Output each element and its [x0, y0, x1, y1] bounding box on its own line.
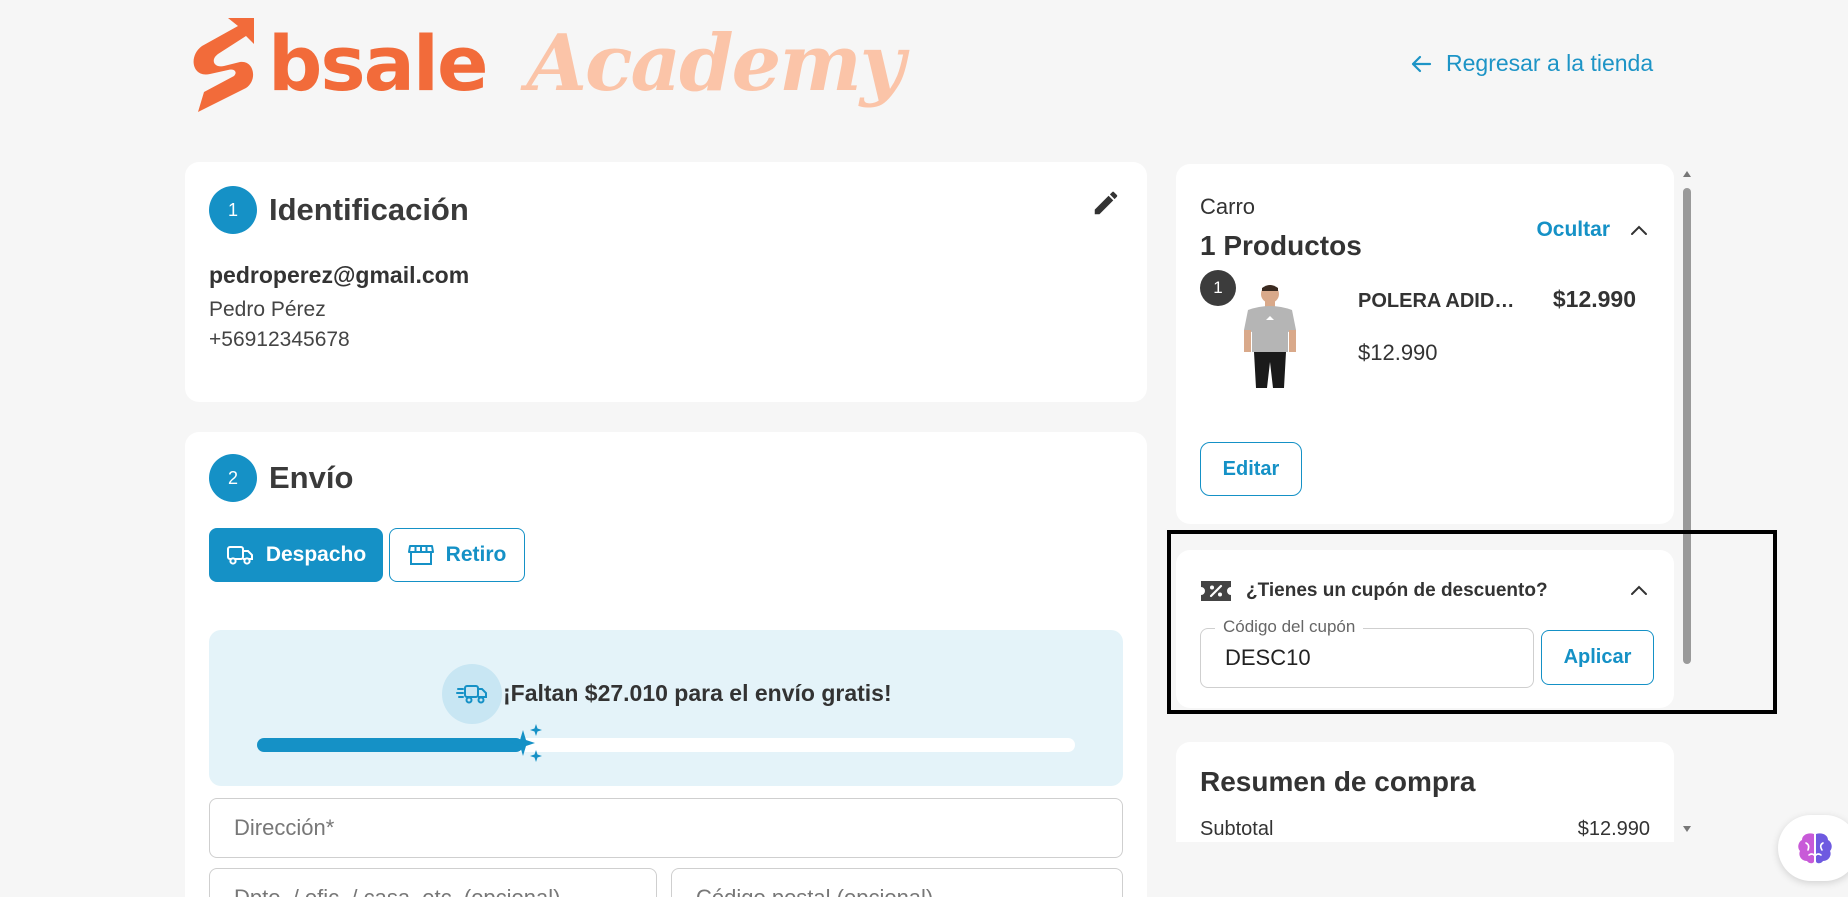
subtotal-value: $12.990	[1577, 818, 1650, 840]
fast-delivery-icon	[442, 664, 502, 724]
back-link-label: Regresar a la tienda	[1446, 50, 1654, 76]
customer-email: pedroperez@gmail.com	[209, 262, 470, 288]
product-unit-price: $12.990	[1358, 340, 1438, 365]
bsale-logo-icon	[193, 18, 254, 112]
brand-sub: Academy	[526, 18, 906, 109]
cart-toggle-label: Ocultar	[1536, 218, 1610, 241]
apartment-input[interactable]: Dpto. / ofic. / casa, etc. (opcional)	[209, 868, 657, 897]
delivery-option-label: Despacho	[265, 543, 367, 566]
scroll-up-arrow-icon[interactable]	[1683, 170, 1691, 178]
brain-icon	[1798, 833, 1832, 864]
identification-card: 1 Identificación pedroperez@gmail.com Pe…	[185, 162, 1147, 402]
free-shipping-progress	[257, 738, 1075, 752]
brand-name: bsale	[268, 19, 489, 108]
ai-assistant-button[interactable]	[1778, 815, 1848, 881]
header: bsale Academy Regresar a la tienda	[0, 0, 1848, 140]
product-image	[1244, 285, 1296, 388]
scroll-down-arrow-icon[interactable]	[1683, 825, 1691, 833]
postal-code-placeholder: Código postal (opcional)	[696, 885, 933, 897]
back-to-store-link[interactable]: Regresar a la tienda	[1410, 50, 1653, 77]
address-input[interactable]: Dirección*	[209, 798, 1123, 858]
pencil-edit-icon[interactable]	[1091, 188, 1121, 218]
purchase-summary-card: Resumen de compra Subtotal $12.990	[1176, 742, 1674, 842]
pickup-option-button[interactable]: Retiro	[389, 528, 525, 582]
cart-card: Carro 1 Productos Ocultar 1 POLERA ADIDA…	[1176, 164, 1674, 524]
sparkle-icon	[510, 724, 542, 762]
product-quantity-badge: 1	[1200, 270, 1236, 306]
section-title: Identificación	[269, 192, 469, 227]
free-shipping-message: ¡Faltan $27.010 para el envío gratis!	[503, 680, 892, 706]
order-sidebar[interactable]: Carro 1 Productos Ocultar 1 POLERA ADIDA…	[1168, 162, 1680, 842]
product-line-total: $12.990	[1552, 286, 1636, 312]
customer-name: Pedro Pérez	[209, 298, 326, 321]
apartment-placeholder: Dpto. / ofic. / casa, etc. (opcional)	[234, 885, 560, 897]
pickup-option-label: Retiro	[445, 543, 507, 566]
cart-product-count: 1 Productos	[1200, 230, 1362, 261]
free-shipping-banner: ¡Faltan $27.010 para el envío gratis!	[209, 630, 1123, 786]
address-placeholder: Dirección*	[234, 815, 335, 840]
cart-hide-toggle[interactable]: Ocultar	[1536, 218, 1648, 242]
chevron-up-icon	[1631, 225, 1647, 235]
arrow-left-icon	[1411, 55, 1432, 72]
truck-icon	[226, 546, 253, 565]
store-icon	[407, 545, 434, 565]
postal-code-input[interactable]: Código postal (opcional)	[671, 868, 1123, 897]
coupon-highlight-frame	[1167, 530, 1777, 714]
step-number: 1	[209, 186, 257, 234]
cart-label: Carro	[1200, 194, 1256, 219]
summary-title: Resumen de compra	[1200, 766, 1476, 797]
edit-cart-button[interactable]: Editar	[1200, 442, 1302, 496]
shipping-card: 2 Envío Despacho Retiro ¡Faltan $27.010 …	[185, 432, 1147, 897]
product-name: POLERA ADIDAS	[1358, 290, 1518, 312]
bsale-academy-logo[interactable]: bsale Academy	[188, 14, 906, 114]
customer-phone: +56912345678	[209, 328, 350, 351]
subtotal-label: Subtotal	[1200, 818, 1274, 840]
section-title: Envío	[269, 460, 354, 495]
progress-fill	[257, 738, 523, 752]
sidebar-scrollbar[interactable]	[1680, 170, 1694, 838]
delivery-option-button[interactable]: Despacho	[209, 528, 383, 582]
step-number: 2	[209, 454, 257, 502]
